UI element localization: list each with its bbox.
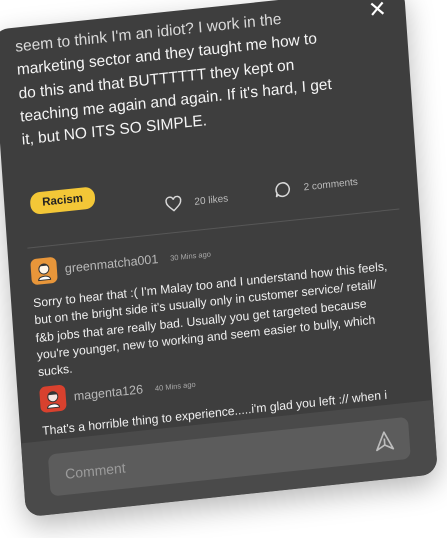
like-button[interactable]: 20 likes (164, 190, 229, 213)
user-avatar-icon (38, 263, 52, 282)
speech-bubble-icon (275, 182, 290, 198)
post-body: seem to think I'm an idiot? I work in th… (15, 0, 381, 152)
comments-button[interactable]: 2 comments (273, 173, 358, 200)
avatar[interactable] (39, 384, 67, 414)
heart-icon (165, 195, 182, 212)
tag-badge[interactable]: Racism (29, 186, 96, 216)
post-detail-card: seem to think I'm an idiot? I work in th… (0, 0, 438, 518)
send-button[interactable] (373, 429, 396, 453)
comments-count: 2 comments (303, 176, 359, 193)
comment-timestamp: 30 Mins ago (169, 248, 212, 263)
user-avatar-icon (47, 391, 61, 409)
comment-timestamp: 40 Mins ago (154, 379, 196, 393)
comment-username[interactable]: greenmatcha001 (64, 252, 158, 276)
app-screen: seem to think I'm an idiot? I work in th… (0, 0, 447, 538)
likes-count: 20 likes (194, 192, 229, 208)
send-icon (376, 431, 395, 452)
close-button[interactable]: ✕ (367, 0, 388, 23)
comment-username[interactable]: magenta126 (73, 382, 143, 403)
close-icon: ✕ (367, 0, 388, 23)
post-actions: 20 likes 2 comments (164, 169, 395, 223)
avatar[interactable] (30, 256, 58, 286)
